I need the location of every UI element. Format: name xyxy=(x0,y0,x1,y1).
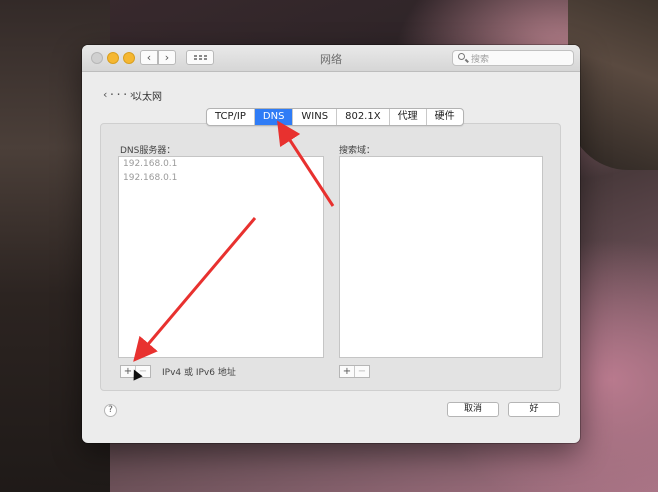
annotation-arrows xyxy=(133,120,335,362)
arrow-to-add-button xyxy=(133,217,257,362)
arrow-to-dns-tab xyxy=(277,120,335,207)
